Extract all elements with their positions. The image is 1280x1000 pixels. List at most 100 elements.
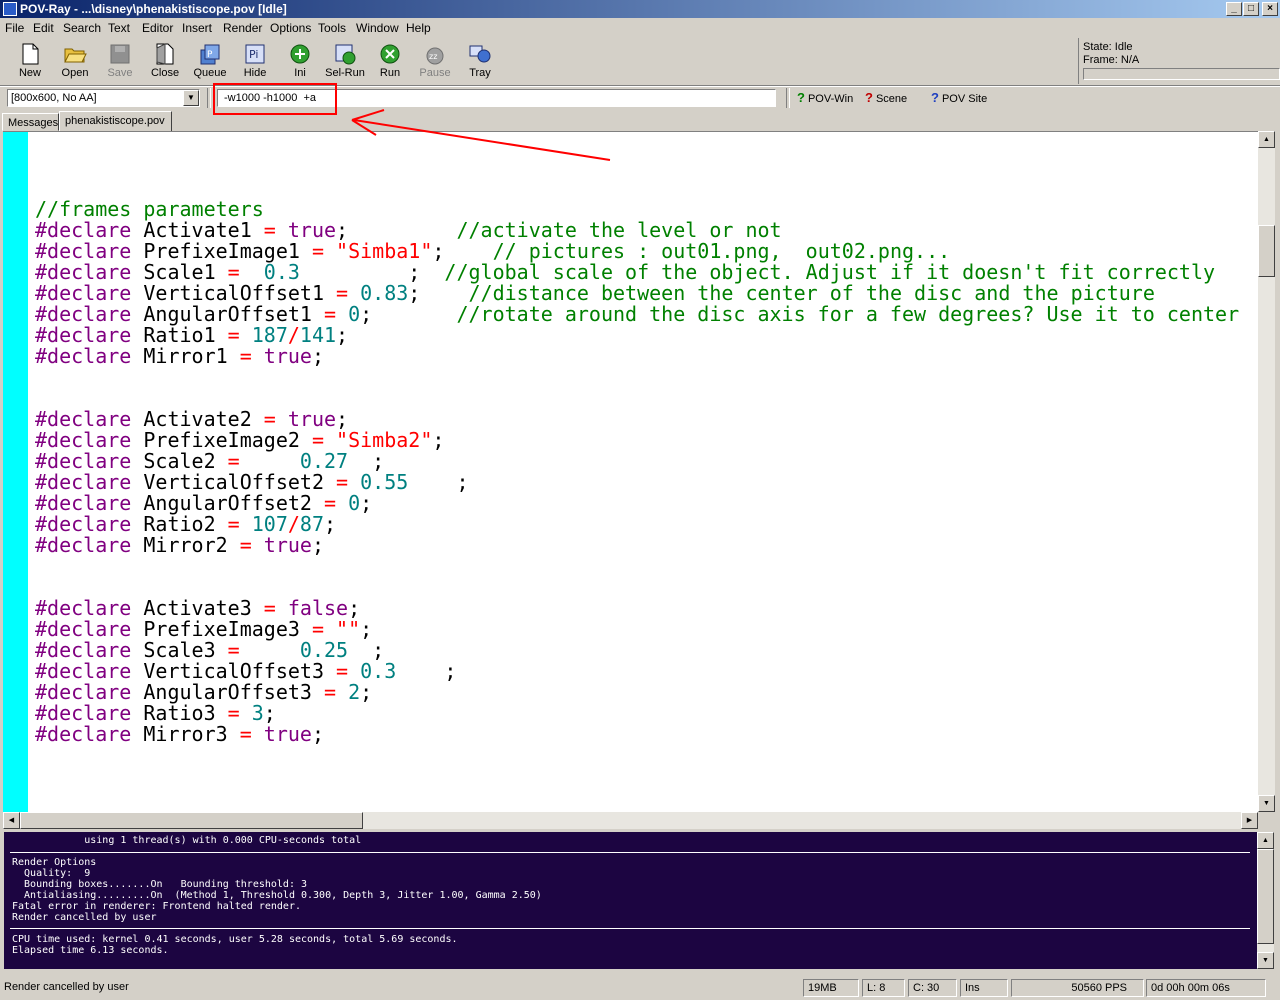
status-elapsed: 0d 00h 00m 06s xyxy=(1146,979,1266,997)
chevron-down-icon[interactable]: ▼ xyxy=(183,90,199,106)
code-line[interactable]: #declare Ratio2 = 107/87; xyxy=(35,514,1239,535)
menu-edit[interactable]: Edit xyxy=(33,21,54,35)
code-line[interactable]: #declare Mirror2 = true; xyxy=(35,535,1239,556)
run-button[interactable]: Run xyxy=(368,40,412,82)
menu-options[interactable]: Options xyxy=(270,21,311,35)
status-column: C: 30 xyxy=(908,979,957,997)
toolbar-separator xyxy=(207,88,211,108)
code-line[interactable]: #declare Scale3 = 0.25 ; xyxy=(35,640,1239,661)
code-token: 0 xyxy=(348,302,361,326)
svg-text:zz: zz xyxy=(429,52,437,61)
pov-ray-app-icon[interactable] xyxy=(3,2,17,16)
code-text[interactable]: //frames parameters #declare Activate1 = … xyxy=(35,199,1239,745)
code-line[interactable]: #declare Activate3 = false; xyxy=(35,598,1239,619)
scroll-down-icon[interactable]: ▼ xyxy=(1258,795,1275,812)
scene-help-button[interactable]: ? Scene xyxy=(865,90,907,105)
menu-insert[interactable]: Insert xyxy=(182,21,212,35)
code-token: = xyxy=(239,533,252,557)
code-line[interactable]: #declare Activate1 = true; //activate th… xyxy=(35,220,1239,241)
hide-icon: Pi xyxy=(245,44,265,64)
scroll-up-icon[interactable]: ▲ xyxy=(1258,131,1275,148)
pause-icon: zz xyxy=(426,47,444,65)
code-line[interactable]: #declare VerticalOffset1 = 0.83; //dista… xyxy=(35,283,1239,304)
message-timing: CPU time used: kernel 0.41 seconds, user… xyxy=(12,934,458,956)
code-line[interactable]: #declare Mirror3 = true; xyxy=(35,724,1239,745)
code-line[interactable]: //frames parameters xyxy=(35,199,1239,220)
message-output-pane[interactable]: using 1 thread(s) with 0.000 CPU-seconds… xyxy=(4,832,1257,969)
sel-run-icon xyxy=(335,44,356,65)
minimize-button[interactable]: _ xyxy=(1226,2,1242,16)
editor-gutter[interactable] xyxy=(3,132,28,813)
menu-editor[interactable]: Editor xyxy=(142,21,173,35)
tab-messages[interactable]: Messages xyxy=(2,113,59,131)
sel-run-button[interactable]: Sel-Run xyxy=(323,40,367,82)
code-line[interactable]: #declare PrefixeImage3 = ""; xyxy=(35,619,1239,640)
menu-render[interactable]: Render xyxy=(223,21,262,35)
render-frame: Frame: N/A xyxy=(1083,54,1140,66)
code-line[interactable]: #declare AngularOffset3 = 2; xyxy=(35,682,1239,703)
code-line[interactable]: #declare Ratio3 = 3; xyxy=(35,703,1239,724)
editor-vertical-scrollbar[interactable]: ▲ ▼ xyxy=(1258,131,1275,812)
hide-button[interactable]: Pi Hide xyxy=(233,40,277,82)
queue-button[interactable]: P Queue xyxy=(188,40,232,82)
scrollbar-thumb[interactable] xyxy=(1257,849,1274,944)
code-token: #declare xyxy=(35,533,132,557)
scroll-left-icon[interactable]: ◀ xyxy=(3,812,20,829)
resolution-select[interactable]: [800x600, No AA] ▼ xyxy=(7,89,200,107)
code-token: ; xyxy=(311,533,325,557)
message-vertical-scrollbar[interactable]: ▲ ▼ xyxy=(1257,832,1274,969)
code-line[interactable]: #declare Scale2 = 0.27 ; xyxy=(35,451,1239,472)
editor-horizontal-scrollbar[interactable]: ◀ ▶ xyxy=(3,812,1258,829)
scrollbar-thumb[interactable] xyxy=(20,812,363,829)
code-line[interactable]: #declare AngularOffset1 = 0; //rotate ar… xyxy=(35,304,1239,325)
menu-help[interactable]: Help xyxy=(406,21,431,35)
new-button[interactable]: New xyxy=(8,40,52,82)
open-folder-icon xyxy=(64,48,87,63)
help-icon: ? xyxy=(797,90,805,105)
code-token: ; xyxy=(336,323,349,347)
code-token: ; xyxy=(360,491,373,515)
close-doc-button[interactable]: Close xyxy=(143,40,187,82)
save-button[interactable]: Save xyxy=(98,40,142,82)
tab-phenakistiscope[interactable]: phenakistiscope.pov xyxy=(59,111,172,132)
ini-button[interactable]: Ini xyxy=(278,40,322,82)
code-token: //rotate around the disc axis for a few … xyxy=(456,302,1240,326)
pause-button[interactable]: zz Pause xyxy=(413,40,457,82)
code-token: = xyxy=(239,344,252,368)
code-line[interactable] xyxy=(35,388,1239,409)
code-line[interactable]: #declare Ratio1 = 187/141; xyxy=(35,325,1239,346)
tray-button[interactable]: Tray xyxy=(458,40,502,82)
code-line[interactable]: #declare VerticalOffset2 = 0.55 ; xyxy=(35,472,1239,493)
code-line[interactable] xyxy=(35,577,1239,598)
code-token: 2 xyxy=(348,680,361,704)
code-token: true xyxy=(263,344,312,368)
scroll-right-icon[interactable]: ▶ xyxy=(1241,812,1258,829)
code-editor[interactable]: //frames parameters #declare Activate1 = … xyxy=(3,131,1258,813)
code-line[interactable]: #declare Scale1 = 0.3 ; //global scale o… xyxy=(35,262,1239,283)
menu-file[interactable]: File xyxy=(5,21,24,35)
menu-tools[interactable]: Tools xyxy=(318,21,346,35)
menu-text[interactable]: Text xyxy=(108,21,130,35)
code-line[interactable] xyxy=(35,367,1239,388)
code-token: #declare xyxy=(35,722,132,746)
code-line[interactable]: #declare PrefixeImage2 = "Simba2"; xyxy=(35,430,1239,451)
maximize-button[interactable]: □ xyxy=(1243,2,1259,16)
code-line[interactable]: #declare VerticalOffset3 = 0.3 ; xyxy=(35,661,1239,682)
close-doc-icon xyxy=(156,43,174,65)
pov-site-button[interactable]: ? POV Site xyxy=(931,90,987,105)
menu-search[interactable]: Search xyxy=(63,21,101,35)
window-title: POV-Ray - ...\disney\phenakistiscope.pov… xyxy=(20,2,287,16)
pov-win-help-button[interactable]: ? POV-Win xyxy=(797,90,853,105)
code-token: ; xyxy=(360,302,457,326)
code-line[interactable]: #declare AngularOffset2 = 0; xyxy=(35,493,1239,514)
open-button[interactable]: Open xyxy=(53,40,97,82)
code-line[interactable]: #declare Mirror1 = true; xyxy=(35,346,1239,367)
menu-window[interactable]: Window xyxy=(356,21,399,35)
scroll-up-icon[interactable]: ▲ xyxy=(1257,832,1274,849)
code-line[interactable]: #declare PrefixeImage1 = "Simba1"; // pi… xyxy=(35,241,1239,262)
code-line[interactable] xyxy=(35,556,1239,577)
scrollbar-thumb[interactable] xyxy=(1258,225,1275,277)
code-line[interactable]: #declare Activate2 = true; xyxy=(35,409,1239,430)
close-button[interactable]: × xyxy=(1262,2,1278,16)
scroll-down-icon[interactable]: ▼ xyxy=(1257,952,1274,969)
